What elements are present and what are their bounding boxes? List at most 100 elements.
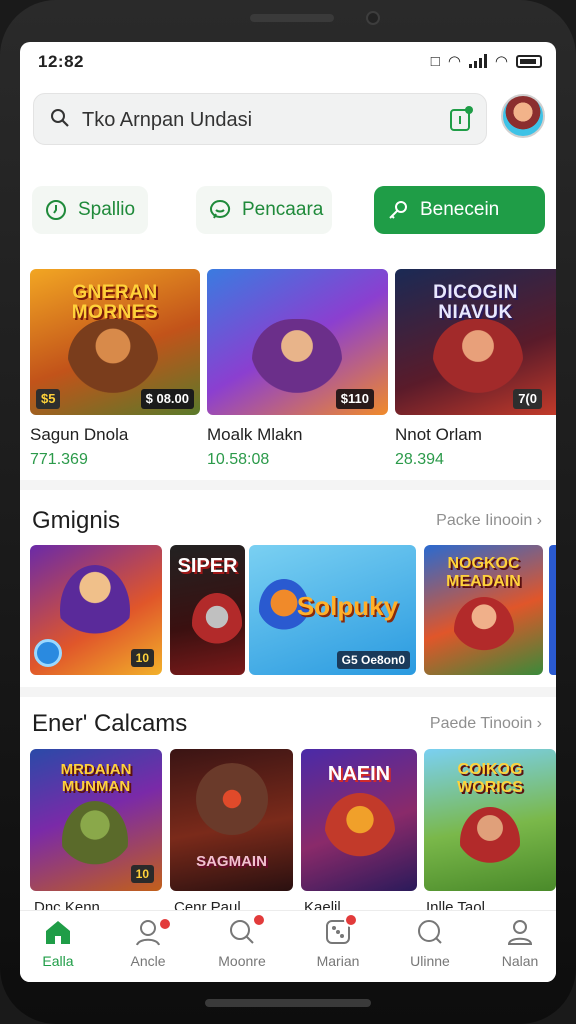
featured-card[interactable]: GNERAN MORNES $5 $ 08.00 Sagun Dnola 771… [30, 269, 200, 469]
tile-orb [34, 639, 62, 667]
tile-badge: 10 [130, 649, 154, 667]
tile-hero [62, 801, 128, 881]
see-all-link[interactable]: Paede Tinooin › [430, 715, 542, 733]
nav-label: Ancle [130, 953, 166, 969]
front-camera [366, 11, 380, 25]
phone-frame: 12:82 □ ◠ ◠ Tko Arnpan Undasi Spallio Pe… [0, 0, 576, 1024]
bottom-nav: Ealla Ancle Moonre Marian Ulinne Nalan [20, 910, 556, 982]
wifi-icon: ◠ [447, 53, 461, 70]
tile-badge: 10 [130, 865, 154, 883]
game-tile[interactable]: NAEIN [301, 749, 417, 891]
cover-title: GNERAN MORNES [71, 282, 159, 323]
see-all-label: Paede Tinooin [429, 715, 533, 732]
section-divider [20, 687, 556, 697]
game-name: Nnot Orlam [395, 425, 482, 444]
tile-hero [192, 763, 272, 843]
earpiece-speaker [250, 14, 334, 22]
tile-title: Solpuky [296, 591, 399, 621]
section-title: Ener' Calcams [32, 710, 188, 737]
tile-hero [460, 807, 520, 877]
featured-card[interactable]: $110 Moalk Mlakn 10.58:08 [207, 269, 388, 469]
home-icon [46, 921, 70, 944]
tile-title: SAGMAIN [196, 853, 267, 870]
status-time: 12:82 [38, 52, 84, 71]
tile-title: COIKOG WORICS [457, 761, 523, 796]
nav-label: Ulinne [410, 953, 450, 969]
tile-hero [325, 793, 395, 869]
chip-benecein[interactable]: Benecein [374, 186, 545, 234]
tile-title: NAEIN [327, 763, 391, 785]
tile-hero [192, 593, 242, 653]
game-name: Moalk Mlakn [207, 425, 303, 444]
featured-card[interactable]: DICOGIN NIAVUK 7(0 Nnot Orlam 28.394 [395, 269, 556, 469]
game-price: 10.58:08 [207, 451, 270, 468]
cover-hero [433, 319, 523, 409]
section-divider [20, 480, 556, 490]
battery-icon [516, 54, 542, 68]
home-indicator [205, 999, 371, 1007]
chevron-right-icon: › [536, 512, 542, 529]
game-tile[interactable]: Solpuky G5 Oe8on0 [249, 545, 416, 675]
nav-item-marian[interactable]: Marian [298, 913, 378, 969]
search-input[interactable]: Tko Arnpan Undasi [82, 109, 252, 132]
key-icon [389, 201, 407, 219]
chip-label: Spallio [78, 199, 136, 220]
tile-hero [454, 597, 514, 663]
chip-label: Pencaara [242, 199, 324, 220]
game-tile-peek[interactable] [549, 545, 556, 675]
chevron-right-icon: › [536, 715, 542, 732]
search-icon [418, 920, 442, 944]
nav-label: Marian [316, 953, 360, 969]
game-tile[interactable]: SIPER [170, 545, 245, 675]
notification-dot [158, 917, 172, 931]
wifi-icon-2: ◠ [494, 53, 508, 70]
notification-icon[interactable] [448, 105, 474, 133]
game-price: 771.369 [30, 451, 88, 468]
tile-title: SIPER [177, 555, 238, 577]
notification-dot [252, 913, 266, 927]
price-badge: $5 [36, 389, 61, 409]
see-all-label: Packe Iinooin [436, 512, 533, 529]
nav-item-ancle[interactable]: Ancle [108, 917, 188, 969]
game-cover: GNERAN MORNES $5 $ 08.00 [30, 269, 200, 415]
search-icon [51, 109, 69, 127]
game-tile[interactable]: 10 [30, 545, 162, 675]
game-price: 28.394 [395, 451, 444, 468]
status-bar: 12:82 □ ◠ ◠ [20, 42, 556, 78]
user-icon [507, 920, 533, 945]
avatar[interactable] [501, 94, 545, 138]
notification-dot [344, 913, 358, 927]
cover-title: DICOGIN NIAVUK [433, 282, 518, 323]
see-all-link[interactable]: Packe Iinooin › [436, 512, 542, 530]
section-title: Gmignis [32, 507, 121, 534]
chip-pencaara[interactable]: Pencaara [196, 186, 332, 234]
cover-hero [252, 319, 342, 409]
clock-icon [46, 200, 66, 220]
game-cover: $110 [207, 269, 388, 415]
nav-item-moonre[interactable]: Moonre [202, 913, 282, 969]
game-tile[interactable]: NOGKOC MEADAIN [424, 545, 543, 675]
nav-item-ulinne[interactable]: Ulinne [390, 917, 470, 969]
nav-label: Ealla [42, 953, 74, 969]
search-bar[interactable]: Tko Arnpan Undasi [33, 93, 487, 145]
nav-label: Moonre [218, 953, 266, 969]
status-icons: □ ◠ ◠ [431, 52, 542, 70]
game-tile[interactable]: MRDAIAN MUNMAN 10 [30, 749, 162, 891]
nfc-icon: □ [430, 52, 440, 70]
game-tile[interactable]: COIKOG WORICS [424, 749, 556, 891]
tile-badge: G5 Oe8on0 [336, 651, 410, 669]
app-screen: 12:82 □ ◠ ◠ Tko Arnpan Undasi Spallio Pe… [20, 42, 556, 982]
game-tile[interactable]: SAGMAIN [170, 749, 293, 891]
rating-badge: $ 08.00 [140, 389, 194, 409]
signal-icon [468, 54, 487, 68]
chip-spallio[interactable]: Spallio [32, 186, 148, 234]
chat-icon [210, 200, 231, 219]
tile-hero [60, 565, 130, 655]
game-name: Sagun Dnola [30, 425, 129, 444]
price-badge: 7(0 [513, 389, 542, 409]
nav-item-nalan[interactable]: Nalan [480, 917, 556, 969]
price-badge: $110 [335, 389, 374, 409]
nav-item-home[interactable]: Ealla [20, 917, 98, 969]
tile-title: MRDAIAN MUNMAN [60, 761, 132, 795]
nav-label: Nalan [501, 953, 539, 969]
